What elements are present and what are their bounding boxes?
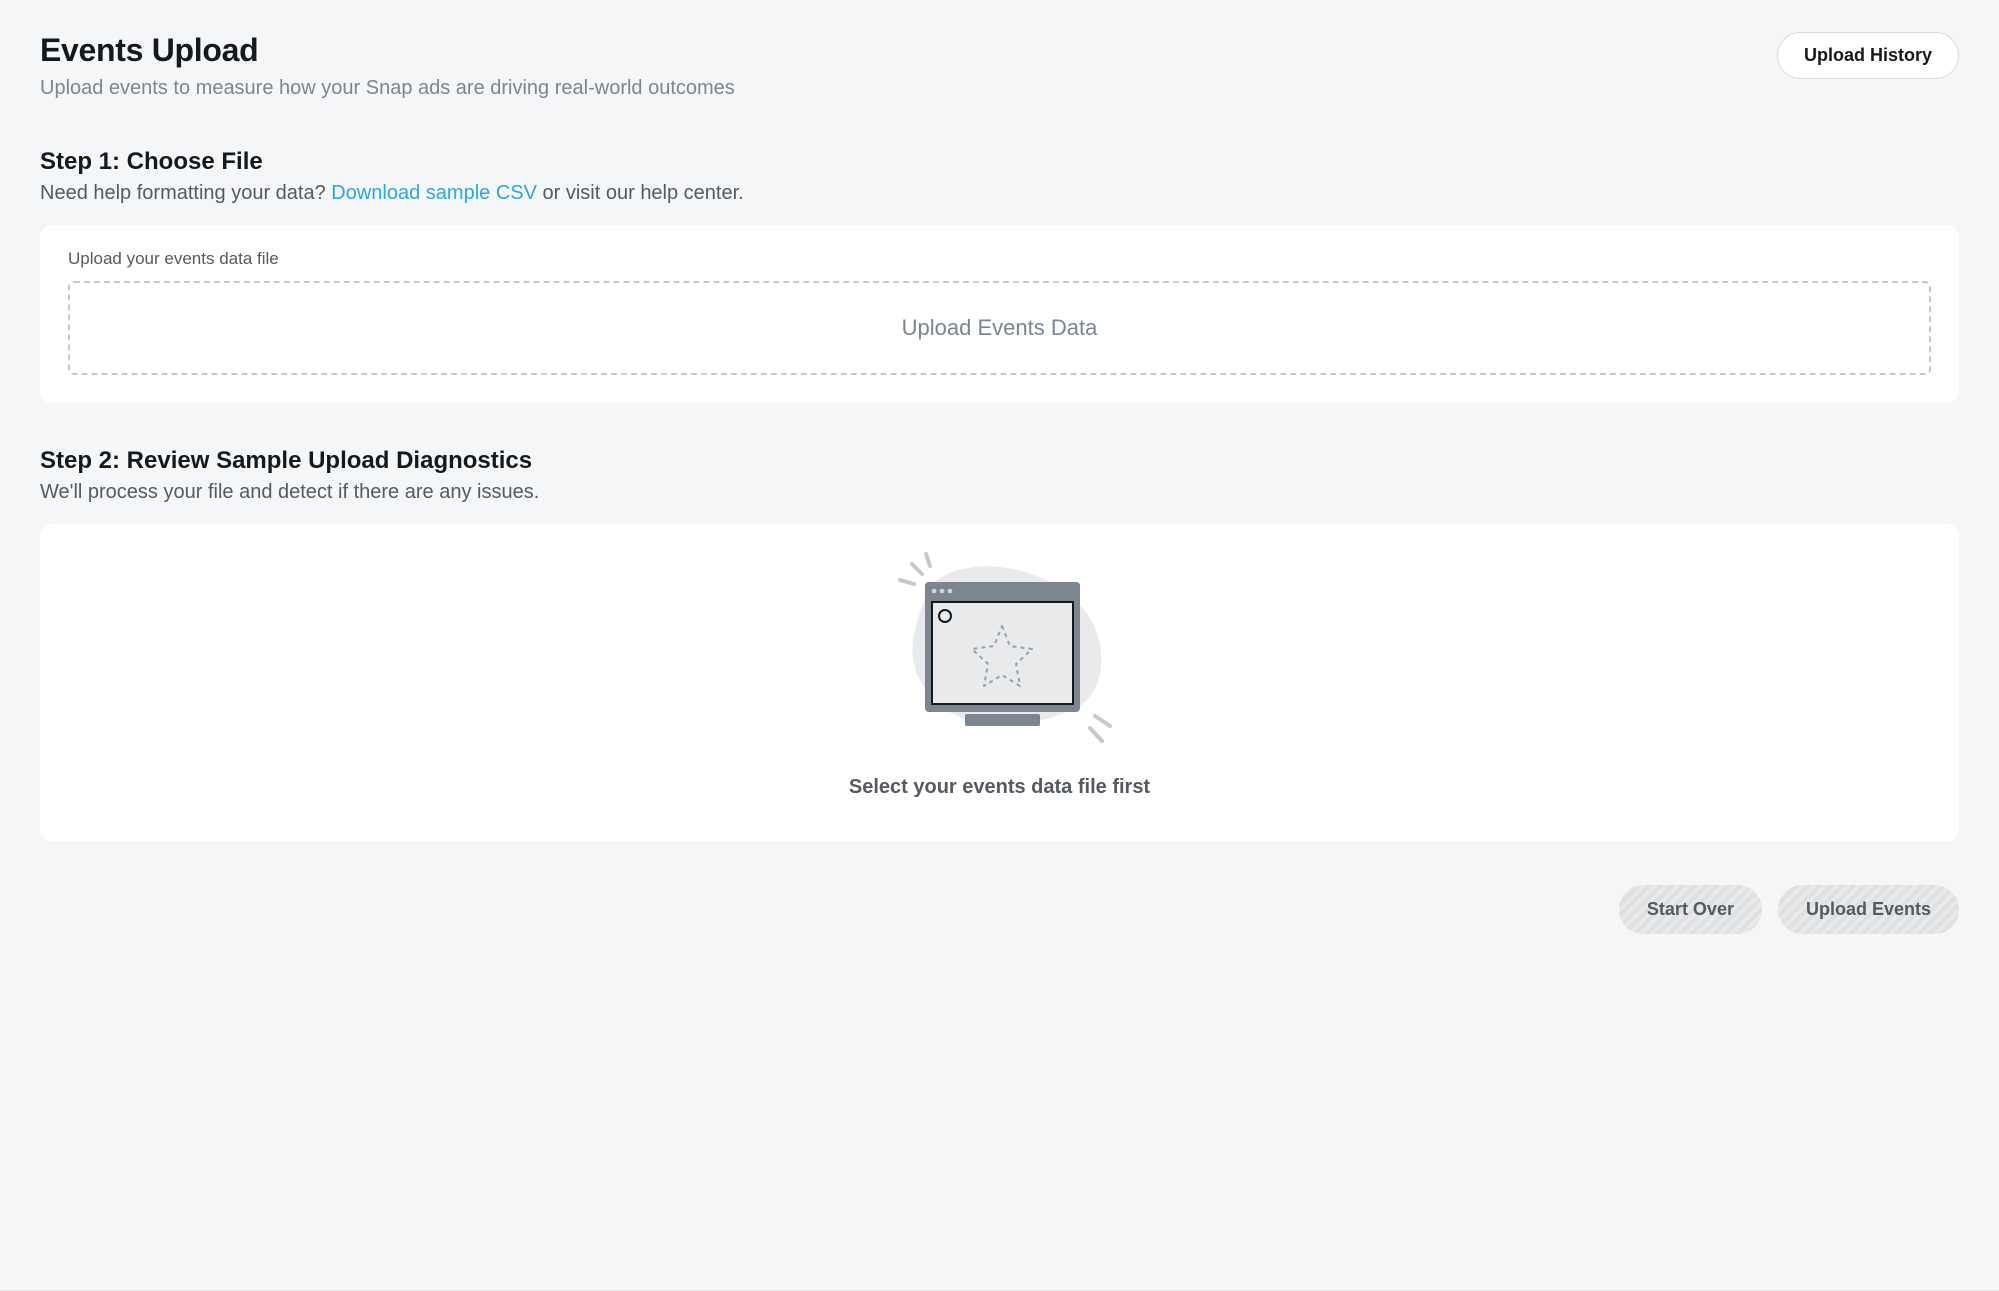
- upload-card: Upload your events data file Upload Even…: [40, 225, 1959, 403]
- step-1-title: Step 1: Choose File: [40, 148, 1959, 176]
- step-2-block: Step 2: Review Sample Upload Diagnostics…: [40, 447, 1959, 841]
- page-subtitle: Upload events to measure how your Snap a…: [40, 77, 735, 100]
- footer-actions: Start Over Upload Events: [40, 885, 1959, 934]
- upload-dropzone[interactable]: Upload Events Data: [68, 281, 1931, 375]
- step-2-subtitle: We'll process your file and detect if th…: [40, 481, 1959, 504]
- page-header: Events Upload Upload events to measure h…: [40, 32, 1959, 100]
- upload-card-label: Upload your events data file: [68, 249, 1931, 269]
- step-1-subtitle-prefix: Need help formatting your data?: [40, 182, 331, 204]
- download-sample-csv-link[interactable]: Download sample CSV: [331, 182, 537, 204]
- step-2-title: Step 2: Review Sample Upload Diagnostics: [40, 447, 1959, 475]
- empty-state-illustration: [870, 546, 1130, 756]
- events-upload-page: Events Upload Upload events to measure h…: [0, 0, 1999, 1291]
- header-text-block: Events Upload Upload events to measure h…: [40, 32, 735, 100]
- step-1-block: Step 1: Choose File Need help formatting…: [40, 148, 1959, 403]
- start-over-button[interactable]: Start Over: [1619, 885, 1762, 934]
- empty-state-label: Select your events data file first: [849, 776, 1150, 799]
- empty-state-illustration-svg: [870, 546, 1130, 756]
- page-title: Events Upload: [40, 32, 735, 69]
- upload-history-button[interactable]: Upload History: [1777, 32, 1959, 79]
- step-1-subtitle-suffix: or visit our help center.: [537, 182, 744, 204]
- upload-events-button[interactable]: Upload Events: [1778, 885, 1959, 934]
- dropzone-label: Upload Events Data: [902, 315, 1098, 341]
- diagnostics-card: Select your events data file first: [40, 524, 1959, 841]
- step-1-subtitle: Need help formatting your data? Download…: [40, 182, 1959, 205]
